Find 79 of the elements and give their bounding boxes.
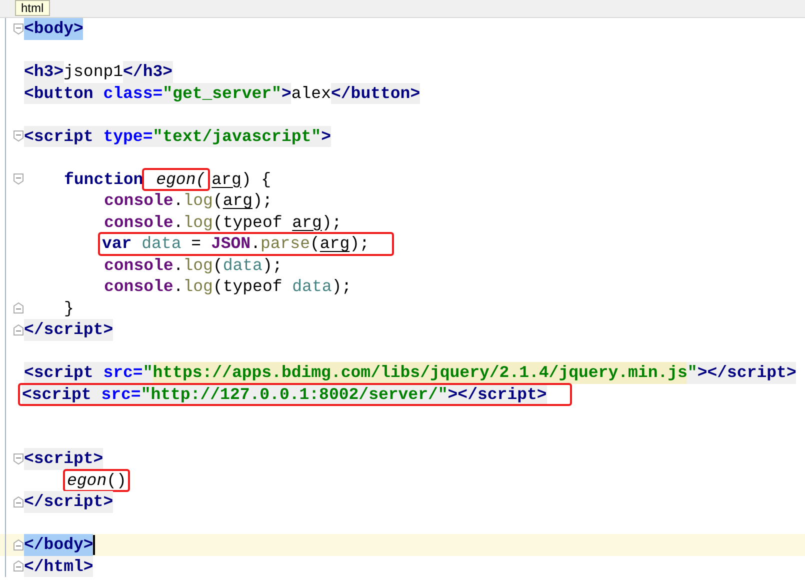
code-token: </body> bbox=[24, 534, 94, 556]
code-token: data bbox=[222, 254, 262, 276]
code-token: " bbox=[687, 362, 698, 384]
code-token: <script bbox=[22, 384, 102, 405]
code-token: ); bbox=[322, 212, 342, 233]
code-token: data bbox=[140, 233, 182, 254]
code-token: ></script> bbox=[448, 384, 547, 405]
breadcrumb-tooltip: html bbox=[15, 0, 50, 16]
code-token: </script> bbox=[24, 319, 114, 340]
code-token: arg bbox=[212, 168, 242, 190]
code-token: = bbox=[190, 233, 202, 254]
code-token: console bbox=[104, 190, 174, 212]
code-token: console bbox=[104, 212, 174, 233]
code-token: <script> bbox=[24, 448, 104, 470]
fold-icon[interactable] bbox=[13, 130, 24, 142]
code-token: console bbox=[104, 254, 174, 276]
code-token: src= bbox=[103, 362, 143, 384]
code-token: ) { bbox=[241, 168, 272, 190]
fold-icon[interactable] bbox=[13, 560, 24, 572]
code-token: ); bbox=[252, 190, 272, 212]
code-token: > bbox=[281, 82, 292, 104]
code-token: function bbox=[64, 168, 144, 190]
code-token: log bbox=[183, 190, 213, 212]
fold-icon[interactable] bbox=[13, 452, 24, 465]
code-token: console bbox=[104, 276, 174, 298]
code-token: type= bbox=[103, 126, 153, 147]
fold-icon[interactable] bbox=[13, 538, 24, 551]
code-token: JSON bbox=[210, 233, 251, 254]
code-token: log bbox=[183, 212, 213, 233]
code-token: ( bbox=[212, 190, 223, 212]
fold-icon[interactable] bbox=[13, 22, 24, 35]
code-token: data bbox=[292, 276, 332, 298]
fold-icon[interactable] bbox=[13, 173, 24, 186]
code-token: . bbox=[173, 190, 184, 212]
fold-icon[interactable] bbox=[13, 496, 24, 508]
code-token: (typeof bbox=[212, 276, 284, 298]
code-token: </h3> bbox=[123, 61, 173, 82]
code-token: ></script> bbox=[697, 362, 796, 384]
code-token: </html> bbox=[24, 556, 94, 577]
code-token: <button bbox=[24, 82, 104, 104]
fold-icon[interactable] bbox=[13, 302, 24, 314]
code-token: ( bbox=[310, 233, 320, 254]
code-token: </script> bbox=[24, 491, 114, 512]
code-token: ( bbox=[212, 254, 223, 276]
code-token: alex bbox=[291, 82, 331, 104]
code-token: (typeof bbox=[212, 212, 284, 233]
code-token: log bbox=[183, 254, 213, 276]
code-token: </button> bbox=[330, 82, 420, 104]
text-cursor bbox=[93, 534, 96, 555]
code-token: } bbox=[64, 298, 74, 319]
code-token: ); bbox=[262, 254, 282, 276]
code-token: arg bbox=[222, 190, 253, 212]
code-token: <body> bbox=[24, 18, 84, 40]
fold-icon[interactable] bbox=[13, 324, 24, 336]
code-token: . bbox=[173, 254, 184, 276]
code-token: > bbox=[321, 126, 331, 147]
code-token: egon( bbox=[155, 168, 206, 190]
code-token: <script bbox=[24, 126, 104, 147]
code-token: "http://127.0.0.1:8002/server/" bbox=[140, 384, 448, 405]
code-token: jsonp1 bbox=[64, 61, 124, 82]
code-token: . bbox=[173, 276, 184, 298]
code-token: ); bbox=[350, 233, 370, 254]
code-token: src= bbox=[101, 384, 141, 405]
code-token: class= bbox=[103, 82, 163, 104]
code-token: arg bbox=[292, 212, 322, 233]
code-token: "text/javascript" bbox=[152, 126, 322, 147]
code-token: <script bbox=[24, 362, 104, 384]
code-token: egon bbox=[67, 470, 107, 491]
code-token: . bbox=[173, 212, 184, 233]
code-token: "get_server" bbox=[162, 82, 282, 104]
code-token: https://apps.bdimg.com/libs/jquery/2.1.4/jquery.min.js bbox=[152, 362, 688, 384]
code-token: log bbox=[183, 276, 213, 298]
code-token: () bbox=[106, 470, 126, 491]
code-token: arg bbox=[320, 233, 350, 254]
code-token: . bbox=[250, 233, 260, 254]
code-token: <h3> bbox=[24, 61, 64, 82]
code-token: ); bbox=[332, 276, 352, 298]
code-token: parse bbox=[260, 233, 310, 254]
code-token: var bbox=[102, 233, 132, 254]
